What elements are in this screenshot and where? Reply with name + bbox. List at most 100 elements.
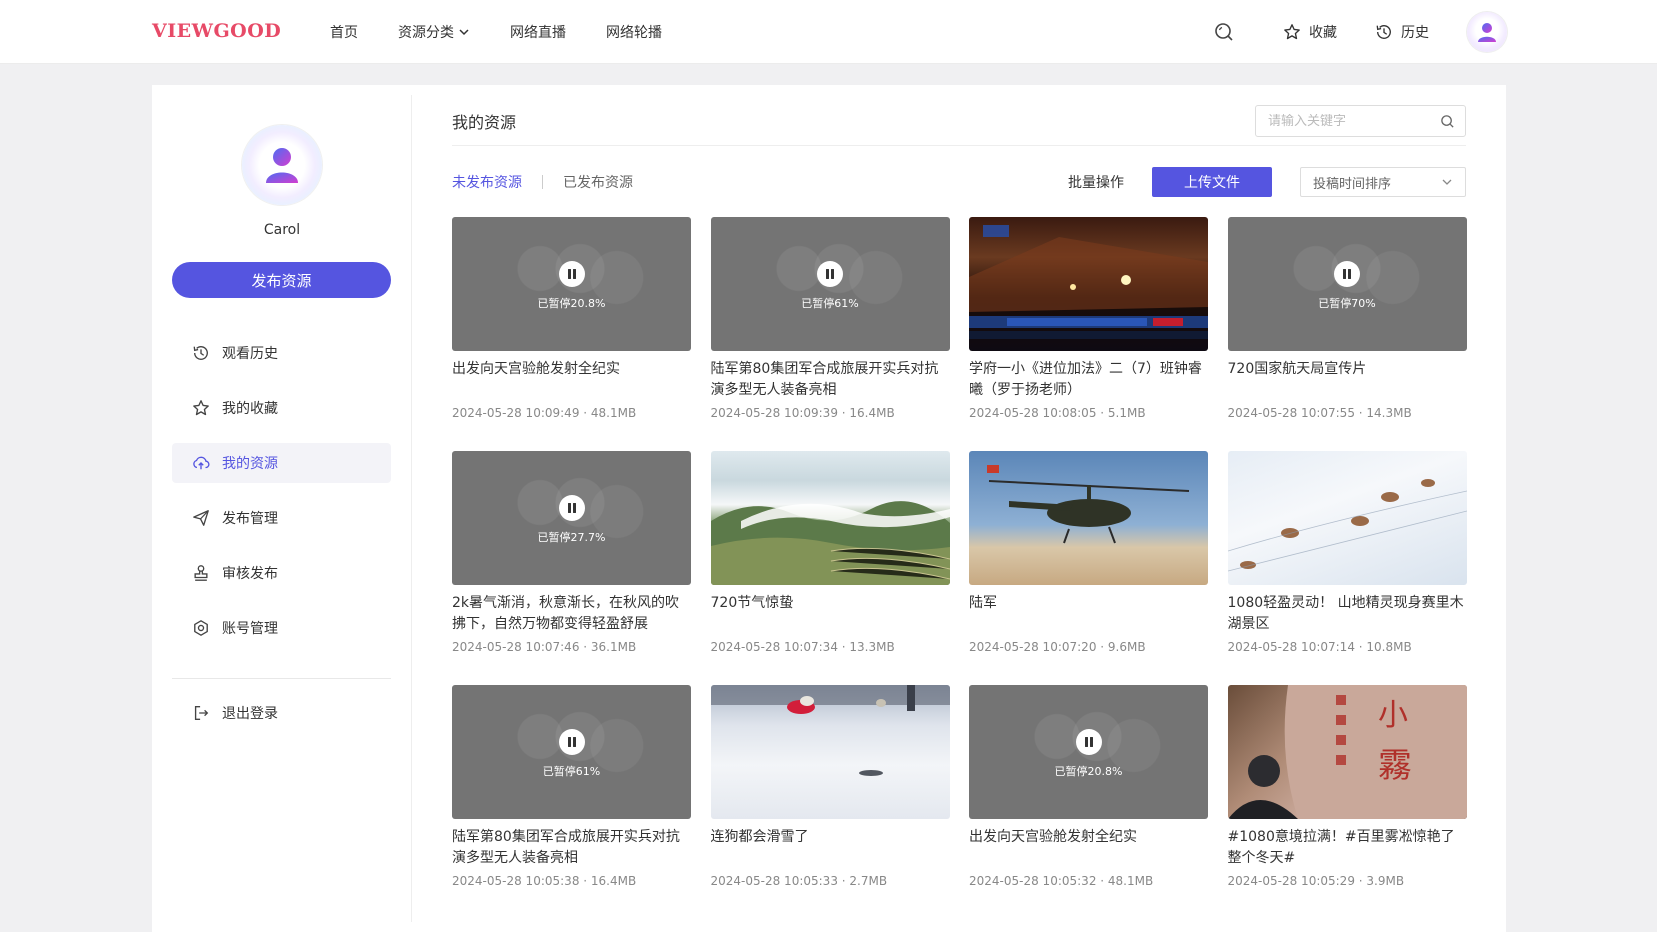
resource-card[interactable]: 陆军 2024-05-28 10:07:20 · 9.6MB bbox=[969, 451, 1208, 685]
history-icon bbox=[193, 346, 208, 360]
page-title: 我的资源 bbox=[452, 113, 517, 132]
upload-file-button[interactable]: 上传文件 bbox=[1152, 167, 1272, 197]
thumbnail-art bbox=[987, 465, 1190, 544]
logout-button[interactable]: 退出登录 bbox=[172, 693, 391, 733]
thumbnail-art: 小霧 bbox=[1227, 685, 1467, 819]
resource-card[interactable]: 已暂停70% 720国家航天局宣传片 2024-05-28 10:07:55 ·… bbox=[1227, 217, 1467, 451]
history-icon bbox=[1376, 25, 1391, 39]
resource-title[interactable]: 720节气惊蛰 bbox=[711, 593, 950, 635]
upload-progress-text: 已暂停20.8% bbox=[537, 297, 606, 310]
resource-card[interactable]: 已暂停61% 陆军第80集团军合成旅展开实兵对抗演多型无人装备亮相 2024-0… bbox=[710, 217, 950, 451]
resource-card[interactable]: 已暂停20.8% 出发向天宫验舱发射全纪实 2024-05-28 10:09:4… bbox=[452, 217, 691, 451]
resource-thumbnail[interactable]: 小霧 bbox=[1227, 685, 1467, 819]
resource-grid: 已暂停20.8% 出发向天宫验舱发射全纪实 2024-05-28 10:09:4… bbox=[452, 217, 1467, 919]
sidebar-item-label: 观看历史 bbox=[222, 346, 278, 362]
content-toolbar: 批量操作 上传文件 投稿时间排序 bbox=[1068, 167, 1466, 197]
resource-title[interactable]: 陆军第80集团军合成旅展开实兵对抗演多型无人装备亮相 bbox=[711, 359, 950, 401]
history-link[interactable]: 历史 bbox=[1375, 22, 1429, 42]
logout-icon bbox=[194, 706, 209, 720]
batch-operation-button[interactable]: 批量操作 bbox=[1068, 172, 1124, 192]
header-actions: 收藏 历史 bbox=[1213, 0, 1507, 64]
sidebar-item-my-resources[interactable]: 我的资源 bbox=[172, 443, 391, 483]
svg-text:小: 小 bbox=[1378, 698, 1408, 733]
search-icon[interactable] bbox=[1213, 21, 1235, 43]
resource-thumbnail[interactable]: 已暂停70% bbox=[1227, 217, 1467, 351]
sidebar-item-publish-management[interactable]: 发布管理 bbox=[172, 498, 391, 538]
resource-title[interactable]: 学府一小《进位加法》二（7）班钟睿曦（罗于扬老师） bbox=[969, 359, 1208, 401]
search-icon[interactable] bbox=[1440, 114, 1455, 129]
search-input[interactable] bbox=[1268, 113, 1438, 129]
resource-meta: 2024-05-28 10:08:05 · 5.1MB bbox=[969, 406, 1146, 420]
resource-thumbnail[interactable] bbox=[969, 217, 1208, 351]
resource-thumbnail[interactable]: 已暂停61% bbox=[452, 685, 691, 819]
resource-title[interactable]: 连狗都会滑雪了 bbox=[711, 827, 950, 869]
resource-title[interactable]: 陆军第80集团军合成旅展开实兵对抗演多型无人装备亮相 bbox=[452, 827, 691, 869]
main-panel: Carol 发布资源 观看历史 我的收藏 我的资源 发布管理 审核发布 账号管理… bbox=[152, 85, 1506, 932]
upload-progress-text: 已暂停61% bbox=[801, 297, 859, 310]
resource-thumbnail[interactable] bbox=[969, 451, 1208, 585]
favorites-label: 收藏 bbox=[1309, 25, 1337, 41]
resource-thumbnail[interactable]: 已暂停61% bbox=[710, 217, 950, 351]
upload-progress-text: 已暂停27.7% bbox=[537, 531, 606, 544]
top-navbar: VIEWGOOD 首页 资源分类 网络直播 网络轮播 收藏 历史 bbox=[0, 0, 1657, 64]
tab-published[interactable]: 已发布资源 bbox=[563, 172, 633, 192]
resource-meta: 2024-05-28 10:07:46 · 36.1MB bbox=[452, 640, 637, 654]
sidebar-menu: 观看历史 我的收藏 我的资源 发布管理 审核发布 账号管理 bbox=[172, 333, 391, 663]
user-avatar[interactable] bbox=[1467, 12, 1507, 52]
thumbnail-art bbox=[969, 225, 1208, 339]
resource-title[interactable]: 2k暑气渐消，秋意渐长，在秋风的吹拂下，自然万物都变得轻盈舒展 bbox=[452, 593, 691, 635]
resource-thumbnail[interactable]: 已暂停27.7% bbox=[452, 451, 691, 585]
resource-card[interactable]: 小霧 #1080意境拉满！#百里雾凇惊艳了整个冬天# 2024-05-28 10… bbox=[1227, 685, 1467, 919]
resource-thumbnail[interactable]: 已暂停20.8% bbox=[969, 685, 1208, 819]
resource-title[interactable]: 陆军 bbox=[969, 593, 1208, 635]
pause-icon[interactable] bbox=[558, 495, 585, 521]
upload-paused-overlay: 已暂停20.8% bbox=[969, 685, 1208, 819]
nav-live[interactable]: 网络直播 bbox=[510, 22, 566, 42]
nav-home[interactable]: 首页 bbox=[330, 22, 358, 42]
resource-thumbnail[interactable] bbox=[710, 685, 950, 819]
upload-paused-overlay: 已暂停61% bbox=[711, 217, 950, 351]
resource-title[interactable]: #1080意境拉满！#百里雾凇惊艳了整个冬天# bbox=[1228, 827, 1467, 869]
resource-card[interactable]: 连狗都会滑雪了 2024-05-28 10:05:33 · 2.7MB bbox=[710, 685, 950, 919]
sidebar-item-review-publish[interactable]: 审核发布 bbox=[172, 553, 391, 593]
pause-icon[interactable] bbox=[1334, 261, 1360, 287]
resource-thumbnail[interactable] bbox=[710, 451, 950, 585]
resource-title[interactable]: 720国家航天局宣传片 bbox=[1228, 359, 1467, 401]
resource-card[interactable]: 学府一小《进位加法》二（7）班钟睿曦（罗于扬老师） 2024-05-28 10:… bbox=[969, 217, 1208, 451]
upload-paused-overlay: 已暂停70% bbox=[1228, 217, 1467, 351]
pause-icon[interactable] bbox=[558, 261, 585, 287]
brand-logo[interactable]: VIEWGOOD bbox=[152, 20, 281, 42]
upload-progress-text: 已暂停61% bbox=[542, 765, 601, 778]
sidebar-item-account-management[interactable]: 账号管理 bbox=[172, 608, 391, 648]
resource-card[interactable]: 720节气惊蛰 2024-05-28 10:07:34 · 13.3MB bbox=[710, 451, 950, 685]
search-box bbox=[1255, 105, 1466, 137]
resource-meta: 2024-05-28 10:09:39 · 16.4MB bbox=[710, 406, 895, 420]
resource-meta: 2024-05-28 10:07:55 · 14.3MB bbox=[1227, 406, 1412, 420]
resource-thumbnail[interactable] bbox=[1227, 451, 1467, 585]
pause-icon[interactable] bbox=[558, 729, 585, 755]
favorites-link[interactable]: 收藏 bbox=[1283, 22, 1337, 42]
resource-meta: 2024-05-28 10:07:14 · 10.8MB bbox=[1227, 640, 1412, 654]
upload-progress-text: 已暂停20.8% bbox=[1054, 765, 1123, 778]
nav-carousel[interactable]: 网络轮播 bbox=[606, 22, 662, 42]
resource-card[interactable]: 已暂停27.7% 2k暑气渐消，秋意渐长，在秋风的吹拂下，自然万物都变得轻盈舒展… bbox=[452, 451, 691, 685]
thumbnail-art bbox=[710, 501, 950, 585]
profile-avatar[interactable] bbox=[242, 125, 322, 205]
chevron-down-icon bbox=[1442, 179, 1452, 185]
nav-categories[interactable]: 资源分类 bbox=[398, 22, 470, 42]
publish-resource-button[interactable]: 发布资源 bbox=[172, 262, 391, 298]
resource-title[interactable]: 出发向天宫验舱发射全纪实 bbox=[452, 359, 691, 401]
resource-thumbnail[interactable]: 已暂停20.8% bbox=[452, 217, 691, 351]
pause-icon[interactable] bbox=[817, 261, 843, 287]
sidebar-item-favorites[interactable]: 我的收藏 bbox=[172, 388, 391, 428]
sort-dropdown[interactable]: 投稿时间排序 bbox=[1300, 167, 1466, 197]
user-icon bbox=[266, 148, 298, 183]
tab-unpublished[interactable]: 未发布资源 bbox=[452, 172, 522, 192]
sidebar-item-watch-history[interactable]: 观看历史 bbox=[172, 333, 391, 373]
resource-title[interactable]: 出发向天宫验舱发射全纪实 bbox=[969, 827, 1208, 869]
pause-icon[interactable] bbox=[1075, 729, 1102, 755]
resource-card[interactable]: 已暂停20.8% 出发向天宫验舱发射全纪实 2024-05-28 10:05:3… bbox=[969, 685, 1208, 919]
resource-card[interactable]: 已暂停61% 陆军第80集团军合成旅展开实兵对抗演多型无人装备亮相 2024-0… bbox=[452, 685, 691, 919]
resource-title[interactable]: 1080轻盈灵动！ 山地精灵现身赛里木湖景区 bbox=[1228, 593, 1467, 635]
resource-card[interactable]: 1080轻盈灵动！ 山地精灵现身赛里木湖景区 2024-05-28 10:07:… bbox=[1227, 451, 1467, 685]
